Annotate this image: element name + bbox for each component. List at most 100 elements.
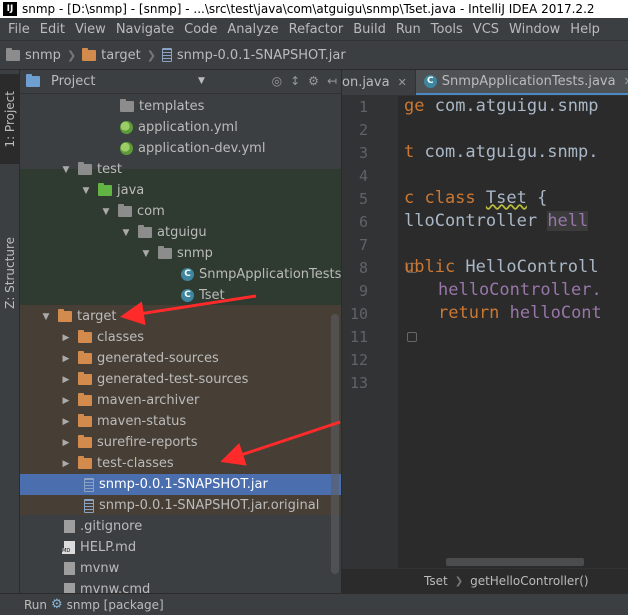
folder-icon bbox=[78, 330, 92, 343]
collapsed-arrow-icon[interactable]: ▶ bbox=[60, 396, 72, 406]
menu-analyze[interactable]: Analyze bbox=[222, 22, 283, 37]
tree-item-snmp-package[interactable]: ▼ snmp bbox=[20, 243, 341, 264]
menu-edit[interactable]: Edit bbox=[35, 22, 70, 37]
tree-item-gitignore[interactable]: .gitignore bbox=[20, 516, 341, 537]
tree-item-test[interactable]: ▼ test bbox=[20, 159, 341, 180]
sync-icon[interactable]: ◎ bbox=[272, 74, 282, 88]
editor-tab-bar: on.java ✕ C SnmpApplicationTests.java ✕ bbox=[342, 70, 628, 96]
menu-window[interactable]: Window bbox=[504, 22, 565, 37]
settings-gear-icon[interactable]: ⚙ bbox=[308, 74, 319, 88]
tab-snmpapplicationtests[interactable]: C SnmpApplicationTests.java ✕ bbox=[415, 70, 628, 95]
panel-toolbar: ◎ ↕ ⚙ ↤ bbox=[272, 74, 337, 88]
folder-icon bbox=[78, 435, 92, 448]
tree-item-label: Tset bbox=[199, 288, 225, 303]
cmd-file-icon bbox=[64, 583, 75, 593]
hide-panel-icon[interactable]: ↤ bbox=[327, 74, 337, 88]
menu-code[interactable]: Code bbox=[179, 22, 222, 37]
menu-build[interactable]: Build bbox=[348, 22, 391, 37]
tree-item-generated-test-sources[interactable]: ▶ generated-test-sources bbox=[20, 369, 341, 390]
tool-tab-structure-label: Z: Structure bbox=[3, 236, 17, 309]
run-label[interactable]: Run bbox=[24, 598, 47, 612]
status-bar: Run ⚙ snmp [package] bbox=[0, 593, 628, 615]
code-text-area[interactable]: ge com.atguigu.snmp t com.atguigu.snmp. … bbox=[398, 96, 628, 568]
tree-item-mvnw[interactable]: mvnw bbox=[20, 558, 341, 579]
tree-item-snapshot-jar[interactable]: snmp-0.0.1-SNAPSHOT.jar bbox=[20, 474, 341, 495]
tree-item-label: maven-archiver bbox=[97, 393, 200, 408]
line-number: 10 bbox=[349, 305, 368, 323]
editor-horizontal-scrollbar[interactable] bbox=[446, 558, 584, 566]
tab-controller-java[interactable]: on.java ✕ bbox=[342, 70, 416, 95]
line-number: 12 bbox=[349, 351, 368, 369]
tree-item-atguigu[interactable]: ▼ atguigu bbox=[20, 222, 341, 243]
tree-item-label: application-dev.yml bbox=[138, 141, 266, 156]
tool-tab-project[interactable]: 1: Project bbox=[0, 74, 20, 164]
collapsed-arrow-icon[interactable]: ▶ bbox=[60, 375, 72, 385]
file-icon bbox=[84, 498, 94, 513]
close-tab-icon[interactable]: ✕ bbox=[624, 75, 628, 88]
expand-arrow-icon[interactable]: ▼ bbox=[60, 165, 72, 175]
tree-item-surefire-reports[interactable]: ▶ surefire-reports bbox=[20, 432, 341, 453]
expand-arrow-icon[interactable]: ▼ bbox=[100, 207, 112, 217]
tree-item-maven-status[interactable]: ▶ maven-status bbox=[20, 411, 341, 432]
tool-tab-structure[interactable]: Z: Structure bbox=[0, 230, 20, 315]
run-target[interactable]: snmp [package] bbox=[67, 598, 164, 612]
jar-icon bbox=[161, 48, 172, 62]
expand-arrow-icon[interactable]: ▼ bbox=[120, 228, 132, 238]
folder-icon bbox=[78, 351, 92, 364]
nav-crumb-target[interactable]: target bbox=[82, 47, 141, 63]
collapsed-arrow-icon[interactable]: ▶ bbox=[60, 333, 72, 343]
tree-item-classes[interactable]: ▶ classes bbox=[20, 327, 341, 348]
tree-item-generated-sources[interactable]: ▶ generated-sources bbox=[20, 348, 341, 369]
menu-help[interactable]: Help bbox=[565, 22, 605, 37]
tree-item-help-md[interactable]: HELP.md bbox=[20, 537, 341, 558]
menu-refactor[interactable]: Refactor bbox=[284, 22, 349, 37]
markdown-file-icon bbox=[62, 541, 75, 554]
breadcrumb-class[interactable]: Tset bbox=[424, 574, 448, 588]
expand-arrow-icon[interactable]: ▼ bbox=[40, 312, 52, 322]
tree-item-application-dev-yml[interactable]: application-dev.yml bbox=[20, 138, 341, 159]
collapsed-arrow-icon[interactable]: ▶ bbox=[60, 417, 72, 427]
expand-arrow-icon[interactable]: ▼ bbox=[80, 186, 92, 196]
collapsed-arrow-icon[interactable]: ▶ bbox=[60, 438, 72, 448]
tab-label: on.java bbox=[342, 75, 390, 90]
tree-item-tset[interactable]: C Tset bbox=[20, 285, 341, 306]
project-view-selector[interactable]: Project bbox=[51, 74, 95, 89]
menu-view[interactable]: View bbox=[70, 22, 111, 37]
code-type: lloController bbox=[404, 211, 538, 231]
nav-crumb-snmp[interactable]: snmp bbox=[6, 47, 61, 63]
close-tab-icon[interactable]: ✕ bbox=[398, 76, 407, 89]
menu-tools[interactable]: Tools bbox=[426, 22, 468, 37]
tree-item-com[interactable]: ▼ com bbox=[20, 201, 341, 222]
menu-navigate[interactable]: Navigate bbox=[111, 22, 179, 37]
tree-item-label: generated-test-sources bbox=[97, 372, 249, 387]
tree-item-templates[interactable]: templates bbox=[20, 96, 341, 117]
tree-item-java[interactable]: ▼ java bbox=[20, 180, 341, 201]
package-icon bbox=[118, 204, 132, 217]
line-number: 3 bbox=[358, 144, 368, 162]
nav-crumb-jar[interactable]: snmp-0.0.1-SNAPSHOT.jar bbox=[161, 48, 346, 63]
tree-item-application-yml[interactable]: application.yml bbox=[20, 117, 341, 138]
nav-crumb-label: target bbox=[101, 47, 141, 63]
tree-item-label: com bbox=[137, 204, 165, 219]
tree-item-test-classes[interactable]: ▶ test-classes bbox=[20, 453, 341, 474]
expand-arrow-icon[interactable]: ▼ bbox=[140, 249, 152, 259]
code-line-6: lloController hell bbox=[404, 211, 589, 231]
menu-vcs[interactable]: VCS bbox=[468, 22, 504, 37]
folder-icon bbox=[78, 414, 92, 427]
tree-item-label: mvnw bbox=[80, 561, 120, 576]
tree-item-snmpapplicationtests[interactable]: C SnmpApplicationTests bbox=[20, 264, 342, 285]
menu-file[interactable]: File bbox=[3, 22, 35, 37]
tree-item-mvnw-cmd[interactable]: mvnw.cmd bbox=[20, 579, 341, 593]
menu-run[interactable]: Run bbox=[391, 22, 426, 37]
tree-item-target[interactable]: ▼ target bbox=[20, 306, 341, 327]
tree-item-snapshot-jar-original[interactable]: snmp-0.0.1-SNAPSHOT.jar.original bbox=[20, 495, 341, 516]
code-field: hell bbox=[547, 211, 589, 231]
tree-scrollbar[interactable] bbox=[331, 314, 339, 574]
dropdown-arrow-icon[interactable]: ▼ bbox=[198, 76, 205, 86]
collapsed-arrow-icon[interactable]: ▶ bbox=[60, 459, 72, 469]
tree-item-label: SnmpApplicationTests bbox=[199, 267, 342, 282]
tree-item-maven-archiver[interactable]: ▶ maven-archiver bbox=[20, 390, 341, 411]
breadcrumb-method[interactable]: getHelloController() bbox=[470, 574, 589, 588]
collapsed-arrow-icon[interactable]: ▶ bbox=[60, 354, 72, 364]
collapse-all-icon[interactable]: ↕ bbox=[290, 74, 300, 88]
